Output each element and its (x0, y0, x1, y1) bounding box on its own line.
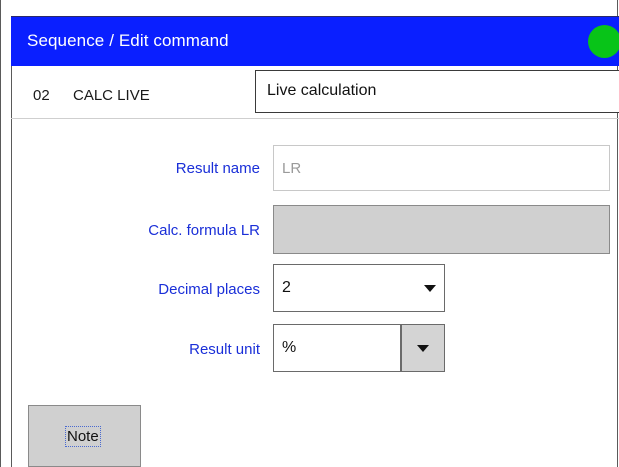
decimal-places-value: 2 (282, 279, 291, 296)
calc-formula-field[interactable] (273, 205, 610, 254)
chevron-down-icon (424, 285, 436, 292)
command-name: CALC LIVE (73, 87, 150, 104)
command-description-field[interactable]: Live calculation (255, 70, 619, 113)
result-unit-field[interactable]: % (273, 324, 401, 372)
calc-formula-label: Calc. formula LR (148, 222, 260, 239)
command-number: 02 (33, 87, 50, 104)
title-bar: Sequence / Edit command (11, 16, 619, 66)
panel-border (11, 66, 12, 467)
result-unit-dropdown-button[interactable] (401, 324, 445, 372)
chevron-down-icon (417, 345, 429, 352)
edit-command-window: Sequence / Edit command 02 CALC LIVE Liv… (0, 0, 619, 467)
decimal-places-label: Decimal places (158, 281, 260, 298)
note-button[interactable]: Note (28, 405, 141, 467)
note-button-label: Note (65, 426, 101, 447)
result-unit-value: % (282, 339, 297, 356)
status-indicator-icon (588, 25, 619, 58)
result-name-label: Result name (175, 160, 260, 177)
result-name-input[interactable]: LR (273, 145, 610, 191)
command-row: 02 CALC LIVE Live calculation (11, 66, 619, 118)
decimal-places-select[interactable]: 2 (273, 264, 445, 312)
window-title: Sequence / Edit command (27, 31, 229, 50)
divider (11, 118, 619, 119)
result-unit-label: Result unit (189, 341, 260, 358)
